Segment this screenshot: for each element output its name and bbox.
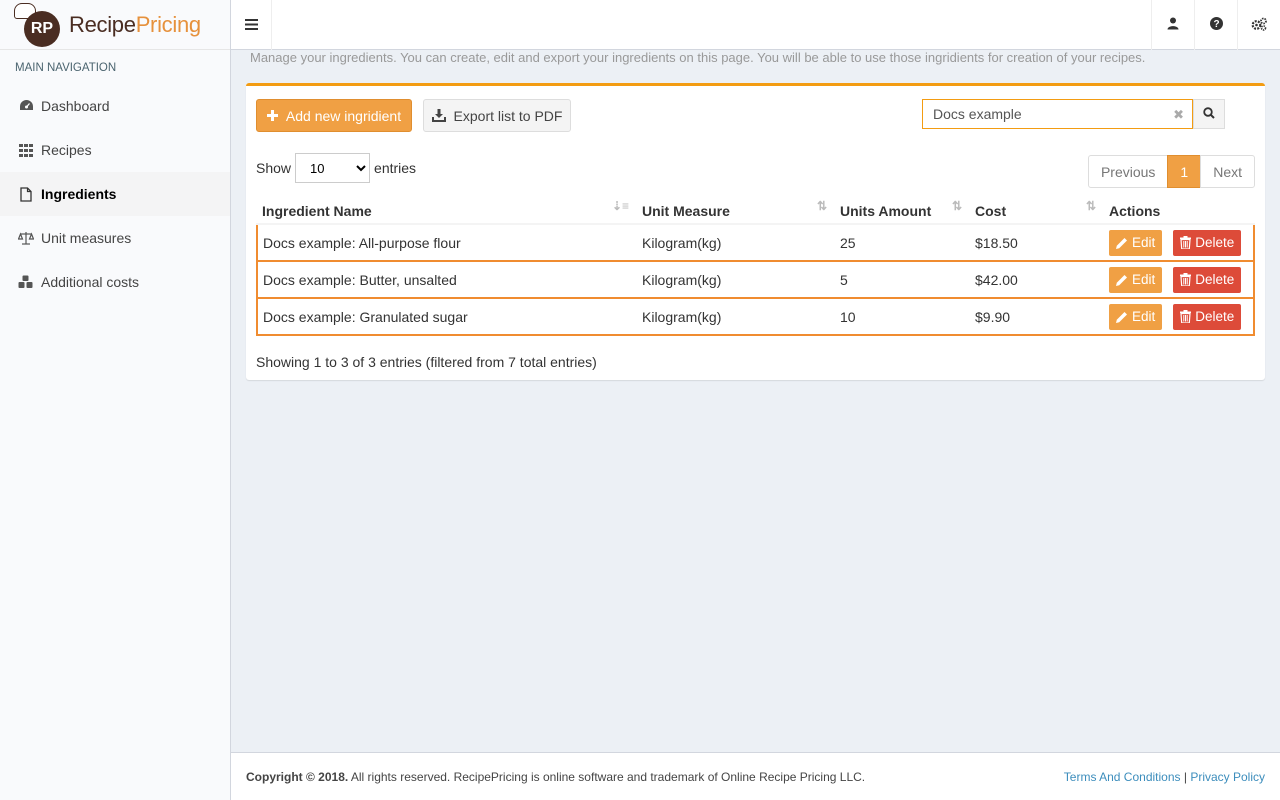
search-button[interactable]: [1193, 99, 1225, 129]
sidebar-toggle-button[interactable]: [231, 0, 272, 50]
column-header-ingredient-name[interactable]: Ingredient Name ⇣≡: [257, 194, 637, 225]
question-circle-icon: ?: [1209, 17, 1223, 33]
svg-text:?: ?: [1213, 19, 1219, 30]
cell-unit-measure: Kilogram(kg): [637, 260, 835, 299]
cell-actions: Edit Delete: [1104, 223, 1255, 262]
entries-label: entries: [374, 160, 417, 176]
export-pdf-button[interactable]: Export list to PDF: [423, 99, 571, 132]
page-description: Manage your ingredients. You can create,…: [250, 50, 1146, 65]
nav-header: MAIN NAVIGATION: [15, 62, 117, 74]
sidebar-item-dashboard[interactable]: Dashboard: [0, 84, 230, 128]
pagination-previous[interactable]: Previous: [1087, 155, 1169, 188]
sidebar-item-recipes[interactable]: Recipes: [0, 128, 230, 172]
pagination-next[interactable]: Next: [1200, 155, 1255, 188]
cell-units-amount: 5: [835, 260, 970, 299]
help-button[interactable]: ?: [1194, 0, 1237, 50]
add-ingredient-label: Add new ingridient: [285, 107, 402, 124]
add-ingredient-button[interactable]: Add new ingridient: [256, 99, 412, 132]
cell-unit-measure: Kilogram(kg): [637, 297, 835, 336]
edit-button[interactable]: Edit: [1109, 303, 1163, 330]
delete-button[interactable]: Delete: [1173, 303, 1242, 330]
hamburger-menu-icon: [244, 17, 258, 33]
trash-icon: [1180, 236, 1192, 249]
copyright-text: Copyright © 2018. All rights reserved. R…: [246, 769, 866, 784]
cell-cost: $9.90: [970, 297, 1104, 336]
edit-button[interactable]: Edit: [1109, 229, 1163, 256]
sidebar-item-label: Additional costs: [41, 274, 140, 290]
trash-icon: [1180, 273, 1192, 286]
table-row: Docs example: Granulated sugar Kilogram(…: [256, 297, 1255, 336]
footer-links: Terms And Conditions | Privacy Policy: [1063, 769, 1265, 784]
sort-desc-icon: ⇣≡: [611, 199, 629, 213]
clear-search-icon[interactable]: ✖: [1173, 107, 1184, 123]
cell-cost: $42.00: [970, 260, 1104, 299]
column-header-cost[interactable]: Cost ⇅: [970, 194, 1104, 225]
table-row: Docs example: All-purpose flour Kilogram…: [256, 223, 1255, 262]
sidebar-item-label: Recipes: [41, 142, 92, 158]
table-info: Showing 1 to 3 of 3 entries (filtered fr…: [256, 354, 597, 370]
column-header-units-amount[interactable]: Units Amount ⇅: [835, 194, 970, 225]
show-label: Show: [256, 160, 292, 176]
sidebar-item-label: Dashboard: [41, 98, 110, 114]
cell-units-amount: 10: [835, 297, 970, 336]
delete-button[interactable]: Delete: [1173, 229, 1242, 256]
brand-name: RecipePricing: [69, 11, 201, 37]
cell-units-amount: 25: [835, 223, 970, 262]
cell-actions: Edit Delete: [1104, 297, 1255, 336]
pagination: Previous 1 Next: [1087, 155, 1255, 188]
cell-ingredient-name: Docs example: Granulated sugar: [256, 297, 637, 336]
pencil-icon: [1116, 274, 1128, 286]
ingredients-panel: Add new ingridient Export list to PDF ✖ …: [246, 83, 1265, 380]
column-header-actions: Actions: [1104, 194, 1254, 225]
cell-cost: $18.50: [970, 223, 1104, 262]
cubes-icon: [18, 274, 34, 290]
dashboard-icon: [18, 98, 34, 114]
sidebar: RP RecipePricing MAIN NAVIGATION Dashboa…: [0, 0, 231, 800]
gears-icon: [1251, 17, 1267, 34]
file-icon: [18, 186, 34, 202]
grid-icon: [18, 142, 34, 158]
sidebar-item-ingredients[interactable]: Ingredients: [0, 172, 230, 216]
page-length-select[interactable]: 10: [295, 153, 371, 183]
download-icon: [431, 109, 446, 122]
edit-button[interactable]: Edit: [1109, 266, 1163, 293]
user-icon: [1167, 17, 1179, 33]
sidebar-item-label: Ingredients: [41, 186, 117, 202]
sidebar-item-additional-costs[interactable]: Additional costs: [0, 260, 230, 304]
sort-icon: ⇅: [816, 199, 827, 213]
ingredients-table: Ingredient Name ⇣≡ Unit Measure ⇅ Units …: [256, 194, 1255, 336]
pencil-icon: [1116, 311, 1128, 323]
cell-actions: Edit Delete: [1104, 260, 1255, 299]
sidebar-item-unit-measures[interactable]: Unit measures: [0, 216, 230, 260]
delete-button[interactable]: Delete: [1173, 266, 1242, 293]
chef-hat-logo-icon: RP: [14, 3, 61, 47]
brand-logo[interactable]: RP RecipePricing: [0, 0, 230, 50]
scale-icon: [18, 230, 34, 246]
export-pdf-label: Export list to PDF: [453, 107, 563, 124]
user-menu-button[interactable]: [1151, 0, 1194, 50]
pagination-page-1[interactable]: 1: [1167, 155, 1202, 188]
settings-button[interactable]: [1237, 0, 1280, 50]
cell-ingredient-name: Docs example: All-purpose flour: [256, 223, 637, 262]
sort-icon: ⇅: [951, 199, 962, 213]
search-field: ✖: [922, 99, 1193, 129]
cell-unit-measure: Kilogram(kg): [637, 223, 835, 262]
pencil-icon: [1116, 237, 1128, 249]
sidebar-item-label: Unit measures: [41, 230, 132, 246]
trash-icon: [1180, 310, 1192, 323]
table-row: Docs example: Butter, unsalted Kilogram(…: [256, 260, 1255, 299]
page-length-control: Show 10 entries: [256, 153, 416, 183]
search-input[interactable]: [923, 100, 1163, 128]
plus-icon: [266, 110, 278, 121]
search-icon: [1203, 106, 1215, 122]
cell-ingredient-name: Docs example: Butter, unsalted: [256, 260, 637, 299]
sort-icon: ⇅: [1085, 199, 1096, 213]
privacy-link[interactable]: Privacy Policy: [1190, 770, 1265, 784]
terms-link[interactable]: Terms And Conditions: [1064, 770, 1181, 784]
top-navbar: ?: [231, 0, 1280, 50]
footer: Copyright © 2018. All rights reserved. R…: [231, 752, 1280, 800]
column-header-unit-measure[interactable]: Unit Measure ⇅: [637, 194, 835, 225]
